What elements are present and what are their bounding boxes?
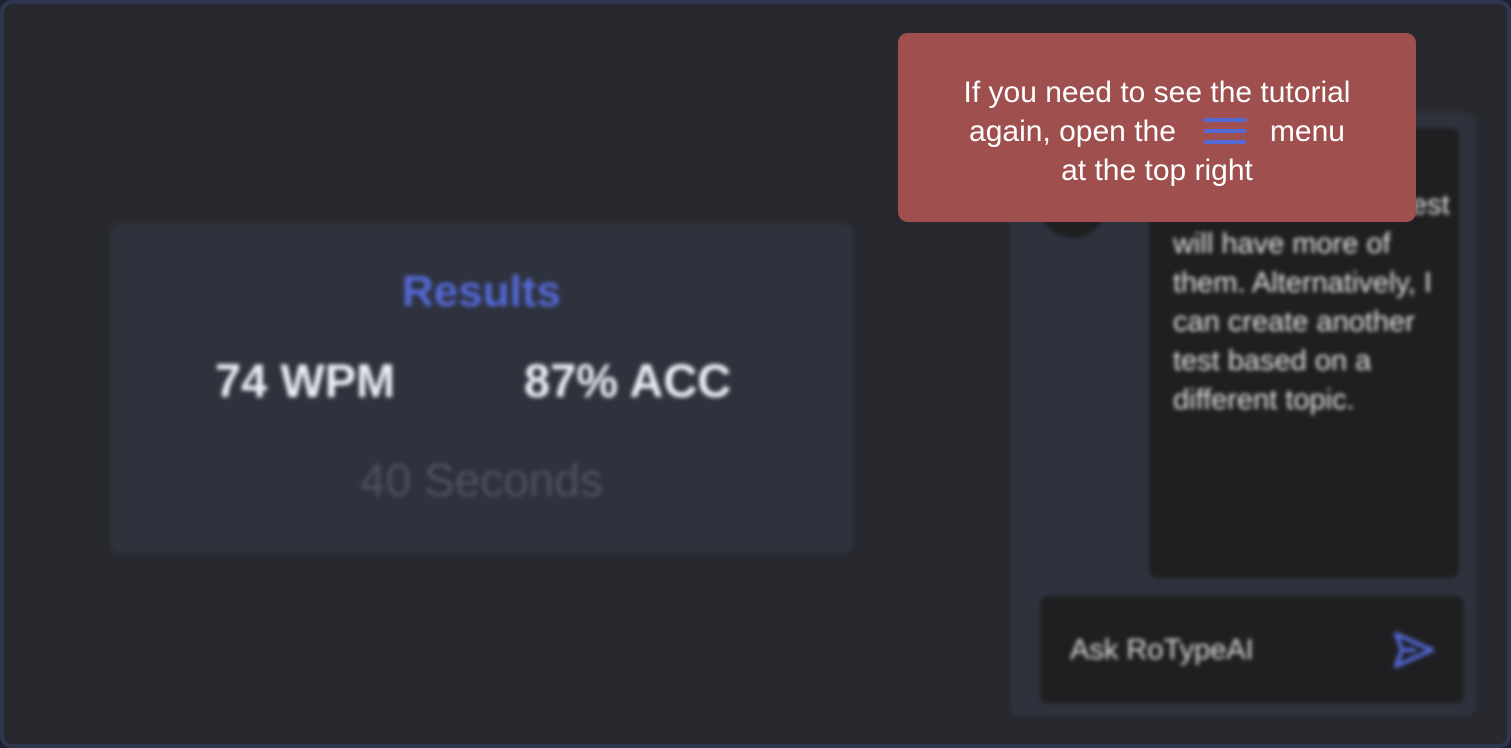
tooltip-line-1: If you need to see the tutorial (963, 76, 1351, 109)
tooltip-line-2: again, open the menu (898, 112, 1416, 151)
accuracy-stat: 87% ACC (524, 354, 732, 407)
tooltip-line-2-start: again, open the (969, 115, 1176, 148)
test-duration: 40 Seconds (360, 454, 603, 506)
hamburger-menu-icon (1203, 115, 1246, 144)
send-icon (1394, 632, 1434, 668)
results-title: Results (402, 267, 561, 316)
chat-input[interactable] (1070, 634, 1370, 667)
wpm-stat: 74 WPM (215, 354, 396, 407)
tooltip-line-2-end: menu (1269, 115, 1345, 148)
tutorial-hint-tooltip: If you need to see the tutorial again, o… (898, 33, 1416, 222)
app-window: Results 74 WPM 87% ACC 40 Seconds was “k… (0, 0, 1511, 748)
tooltip-line-3: at the top right (1061, 154, 1253, 187)
results-card: Results 74 WPM 87% ACC 40 Seconds (110, 223, 853, 554)
chat-input-box[interactable] (1040, 596, 1464, 703)
send-button[interactable] (1392, 630, 1436, 670)
